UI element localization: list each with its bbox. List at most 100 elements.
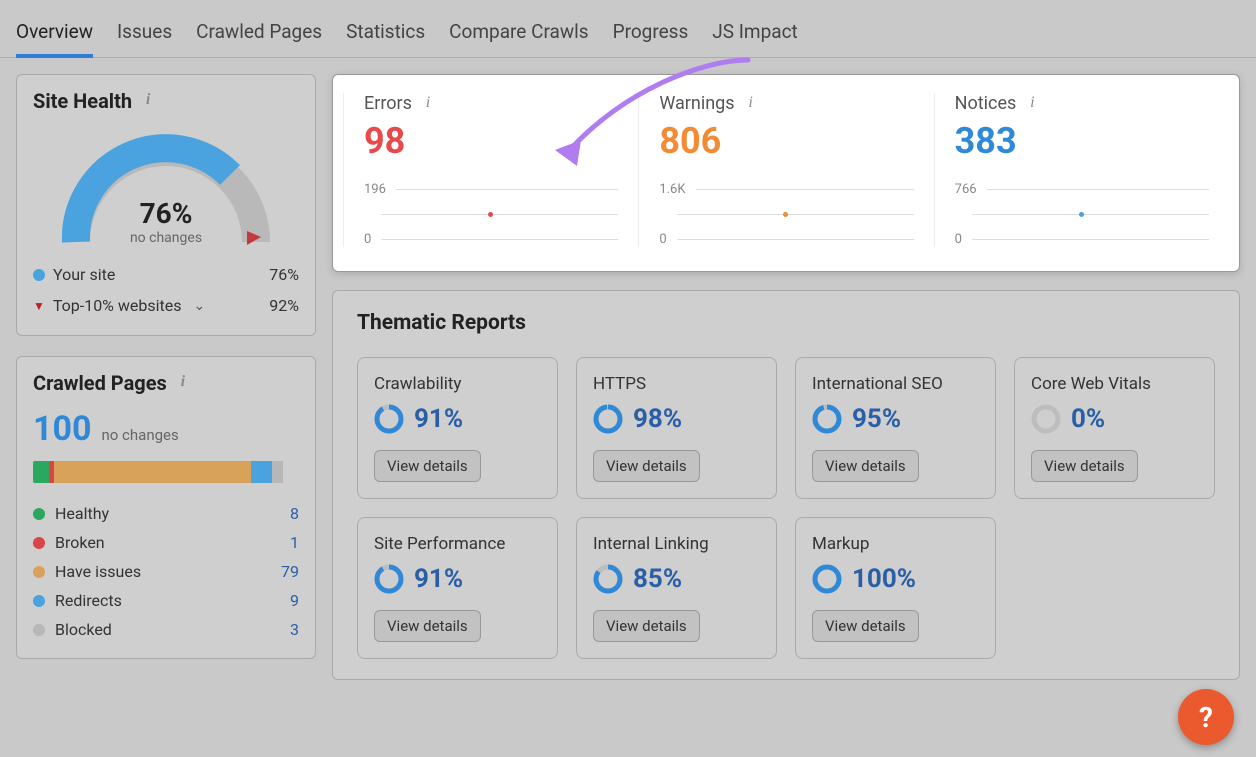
tab-progress[interactable]: Progress <box>613 12 689 57</box>
segment-label: Blocked <box>55 620 112 639</box>
report-card: Crawlability 91% View details <box>357 357 558 499</box>
tab-statistics[interactable]: Statistics <box>346 12 425 57</box>
thematic-reports-panel: Thematic Reports Crawlability 91% View det… <box>332 290 1240 680</box>
donut-icon <box>1031 404 1061 434</box>
report-value: 0% <box>1071 404 1105 434</box>
chevron-down-icon: ⌄ <box>193 298 205 314</box>
bar-segment <box>54 461 251 483</box>
triangle-down-icon: ▼ <box>33 299 45 313</box>
crawled-pages-value: 100 <box>33 409 92 449</box>
crawled-pages-legend: Healthy 8 Broken 1 Have issues 79 Redirects 9 Bl… <box>33 499 299 644</box>
errors-value: 98 <box>364 120 618 162</box>
help-button[interactable]: ? <box>1178 689 1234 745</box>
donut-icon <box>593 564 623 594</box>
segment-count: 3 <box>275 620 299 639</box>
segment-label: Broken <box>55 533 105 552</box>
view-details-button[interactable]: View details <box>374 610 481 642</box>
segment-count: 8 <box>275 504 299 523</box>
site-health-header: Site Health i <box>33 89 299 113</box>
info-icon[interactable]: i <box>743 96 759 112</box>
view-details-button[interactable]: View details <box>812 610 919 642</box>
dot-icon <box>33 537 45 549</box>
warnings-axis-top: 1.6K <box>659 182 685 197</box>
legend-top10-value: 92% <box>269 296 299 315</box>
dot-icon <box>33 269 45 281</box>
segment-count: 9 <box>275 591 299 610</box>
report-card: Internal Linking85%View details <box>576 517 777 659</box>
bar-segment <box>33 461 49 483</box>
crawled-pages-sub: no changes <box>102 426 179 444</box>
list-item[interactable]: Have issues 79 <box>33 557 299 586</box>
view-details-button[interactable]: View details <box>1031 450 1138 482</box>
view-details-button[interactable]: View details <box>593 610 700 642</box>
report-card: Site Performance91%View details <box>357 517 558 659</box>
report-value: 91% <box>414 564 463 594</box>
tab-bar: Overview Issues Crawled Pages Statistics… <box>0 0 1256 58</box>
errors-sparkline: 196 0 0 <box>364 182 618 247</box>
report-card: Core Web Vitals 0% View details <box>1014 357 1215 499</box>
notices-value: 383 <box>955 120 1209 162</box>
report-title: International SEO <box>812 374 979 394</box>
errors-label: Errors <box>364 93 412 114</box>
tab-js-impact[interactable]: JS Impact <box>712 12 797 57</box>
legend-your-site: Your site 76% <box>33 259 299 290</box>
site-health-card: Site Health i 76% no changes <box>16 74 316 336</box>
alerts-panel: Errors i 98 196 0 0 Warnings i 806 1.6K <box>332 74 1240 272</box>
tab-issues[interactable]: Issues <box>117 12 172 57</box>
crawled-pages-bar <box>33 461 299 483</box>
bar-segment <box>251 461 272 483</box>
info-icon[interactable]: i <box>175 375 191 391</box>
legend-your-site-value: 76% <box>269 265 299 284</box>
warnings-col[interactable]: Warnings i 806 1.6K 0 0 <box>638 93 933 247</box>
report-title: Crawlability <box>374 374 541 394</box>
errors-axis-top: 196 <box>364 182 386 197</box>
notices-axis-bottom: 0 <box>955 232 962 247</box>
tab-crawled-pages[interactable]: Crawled Pages <box>196 12 322 57</box>
dot-icon <box>33 595 45 607</box>
warnings-axis-bottom: 0 <box>659 232 666 247</box>
thematic-title: Thematic Reports <box>357 311 1215 335</box>
info-icon[interactable]: i <box>140 93 156 109</box>
legend-top10[interactable]: ▼ Top-10% websites ⌄ 92% <box>33 290 299 321</box>
report-title: Core Web Vitals <box>1031 374 1198 394</box>
site-health-sub: no changes <box>51 230 281 246</box>
legend-top10-label: Top-10% websites <box>53 296 182 315</box>
list-item[interactable]: Healthy 8 <box>33 499 299 528</box>
notices-col[interactable]: Notices i 383 766 0 0 <box>934 93 1229 247</box>
report-value: 95% <box>852 404 901 434</box>
segment-label: Healthy <box>55 504 109 523</box>
tab-compare-crawls[interactable]: Compare Crawls <box>449 12 588 57</box>
crawled-pages-title: Crawled Pages <box>33 371 167 395</box>
site-health-percent: 76% <box>51 197 281 230</box>
dot-icon <box>33 508 45 520</box>
report-value: 100% <box>852 564 916 594</box>
crawled-pages-header: Crawled Pages i <box>33 371 299 395</box>
report-value: 85% <box>633 564 682 594</box>
warnings-value: 806 <box>659 120 913 162</box>
view-details-button[interactable]: View details <box>593 450 700 482</box>
view-details-button[interactable]: View details <box>812 450 919 482</box>
donut-icon <box>593 404 623 434</box>
dot-icon <box>33 566 45 578</box>
notices-label: Notices <box>955 93 1017 114</box>
view-details-button[interactable]: View details <box>374 450 481 482</box>
report-value: 91% <box>414 404 463 434</box>
segment-label: Have issues <box>55 562 141 581</box>
notices-axis-top: 766 <box>955 182 977 197</box>
warnings-sparkline: 1.6K 0 0 <box>659 182 913 247</box>
info-icon[interactable]: i <box>420 96 436 112</box>
report-value: 98% <box>633 404 682 434</box>
tab-overview[interactable]: Overview <box>16 12 93 57</box>
segment-label: Redirects <box>55 591 122 610</box>
list-item[interactable]: Broken 1 <box>33 528 299 557</box>
segment-count: 79 <box>275 562 299 581</box>
report-card: HTTPS 98% View details <box>576 357 777 499</box>
list-item[interactable]: Blocked 3 <box>33 615 299 644</box>
site-health-title: Site Health <box>33 89 132 113</box>
errors-col[interactable]: Errors i 98 196 0 0 <box>343 93 638 247</box>
errors-axis-bottom: 0 <box>364 232 371 247</box>
info-icon[interactable]: i <box>1024 96 1040 112</box>
list-item[interactable]: Redirects 9 <box>33 586 299 615</box>
report-title: HTTPS <box>593 374 760 394</box>
segment-count: 1 <box>275 533 299 552</box>
